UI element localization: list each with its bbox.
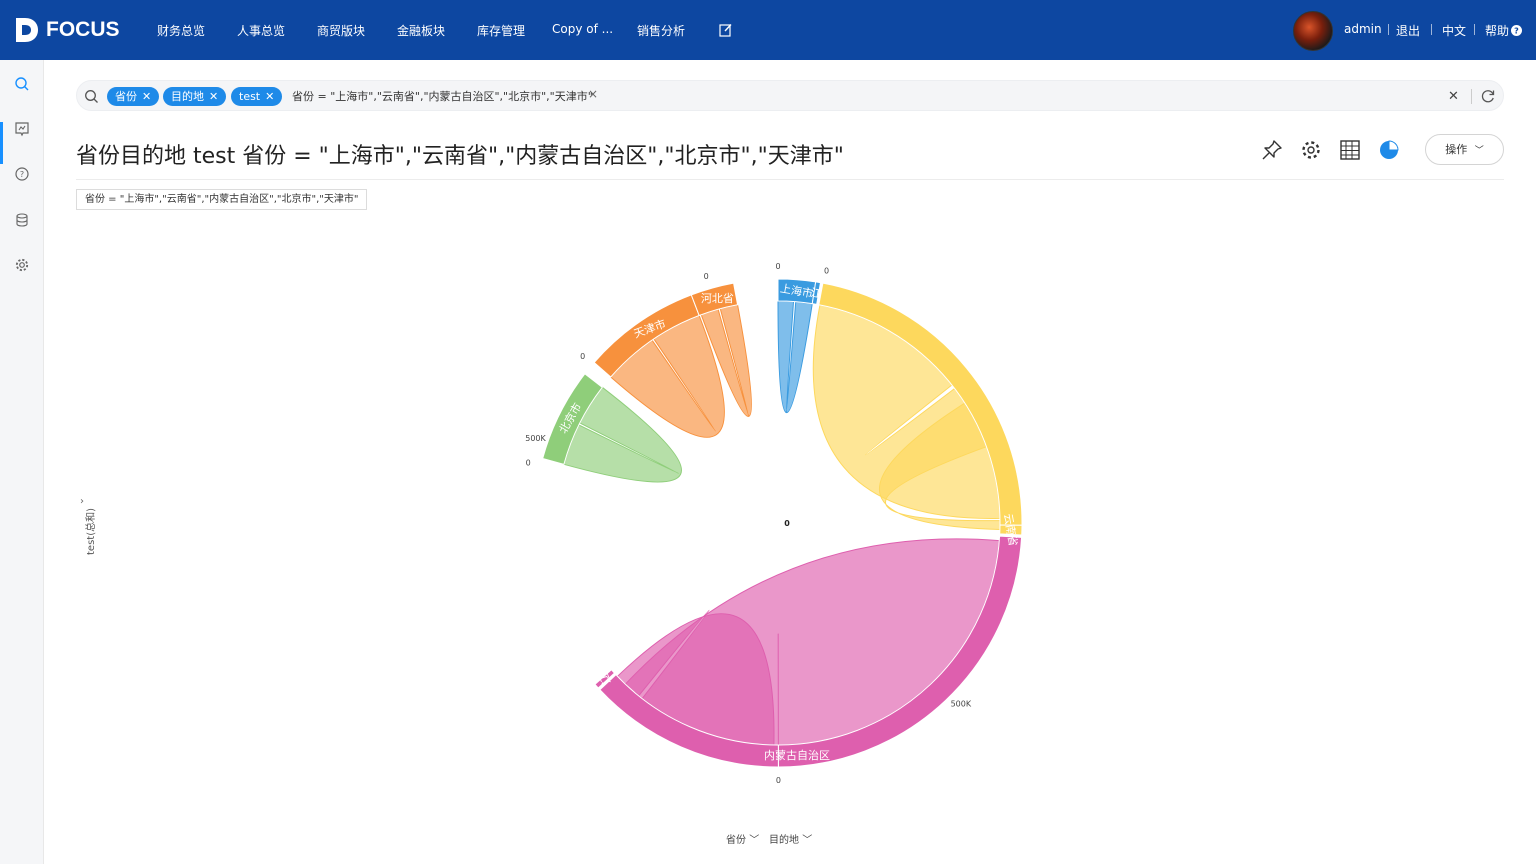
nav-item-copy[interactable]: Copy of ... <box>552 22 613 36</box>
divider <box>1388 24 1389 35</box>
language-link[interactable]: 中文 <box>1442 22 1466 39</box>
close-icon[interactable]: ✕ <box>265 90 274 103</box>
axis-chevron-icon[interactable]: › <box>80 496 84 507</box>
search-bar[interactable]: 省份 ✕ 目的地 ✕ test ✕ 省份 = "上海市","云南省","内蒙古自治区"… <box>76 80 1504 111</box>
nav-item-finance[interactable]: 财务总览 <box>157 22 205 39</box>
focus-logo[interactable]: FOCUS <box>14 14 120 46</box>
search-filter-text[interactable]: 省份 = "上海市","云南省","内蒙古自治区","北京市","天津市" <box>292 88 593 104</box>
chord-chart: 上海市江云南省内蒙古自治区内蒙古自治区辽北京市天津市河北省00500K0500K… <box>525 262 1023 785</box>
page-title: 省份目的地 test 省份 = "上海市","云南省","内蒙古自治区","北京… <box>76 144 844 169</box>
edit-icon[interactable] <box>719 23 733 37</box>
username[interactable]: admin <box>1344 22 1382 36</box>
divider <box>76 179 1504 180</box>
avatar[interactable] <box>1293 11 1333 51</box>
tag-label: test <box>239 90 261 103</box>
chord-tick-label: 0 <box>775 262 780 271</box>
y-axis-label: test(总和) <box>86 507 97 555</box>
chord-tick-label: 500K <box>525 434 546 443</box>
pie-icon[interactable] <box>1378 139 1400 161</box>
operations-label: 操作 <box>1445 143 1468 156</box>
divider <box>1474 24 1475 35</box>
table-icon[interactable] <box>1339 139 1361 161</box>
chevron-down-icon: ﹀ <box>749 835 760 846</box>
close-icon[interactable]: ✕ <box>142 90 151 103</box>
pin-icon[interactable] <box>1261 139 1283 161</box>
chord-center-label: 0 <box>784 519 790 528</box>
chord-tick-label: 0 <box>580 352 585 361</box>
nav-item-inventory[interactable]: 库存管理 <box>477 22 525 39</box>
operations-button[interactable]: 操作 ﹀ <box>1425 134 1504 165</box>
filter-chip[interactable]: 省份 = "上海市","云南省","内蒙古自治区","北京市","天津市" <box>76 189 368 210</box>
svg-text:?: ? <box>20 170 24 179</box>
logo-mark-icon <box>16 18 38 42</box>
left-sidebar: ? <box>0 60 44 864</box>
divider <box>1471 89 1472 104</box>
tag-label: 目的地 <box>171 90 204 103</box>
logout-link[interactable]: 退出 <box>1396 22 1420 39</box>
x-field-province[interactable]: 省份 ﹀ <box>726 831 759 846</box>
help-icon[interactable]: ? <box>14 166 30 182</box>
brand-name: FOCUS <box>46 18 120 41</box>
search-icon[interactable] <box>84 89 99 104</box>
search-tag-destination[interactable]: 目的地 ✕ <box>163 87 227 106</box>
nav-item-sales[interactable]: 销售分析 <box>637 22 685 39</box>
chord-group-label: 内蒙古自治区 <box>555 604 596 670</box>
field-label: 省份 <box>726 835 746 846</box>
active-indicator <box>0 122 3 164</box>
help-link[interactable]: 帮助 <box>1485 22 1509 39</box>
nav-item-trade[interactable]: 商贸版块 <box>317 22 365 39</box>
search-tag-test[interactable]: test ✕ <box>231 87 283 106</box>
chord-tick-label: 0 <box>776 776 781 785</box>
help-circle-icon[interactable]: ? <box>1511 25 1522 36</box>
chord-group-label: 河北省 <box>701 292 734 305</box>
chevron-down-icon: ﹀ <box>1474 146 1484 156</box>
nav-item-hr[interactable]: 人事总览 <box>237 22 285 39</box>
chord-tick-label: 0 <box>526 459 531 468</box>
close-icon[interactable]: × <box>588 87 598 101</box>
field-label: 目的地 <box>769 835 799 846</box>
x-field-destination[interactable]: 目的地 ﹀ <box>769 831 812 846</box>
y-axis-label-wrapper[interactable]: test(总和) <box>82 508 97 615</box>
settings-icon[interactable] <box>1300 139 1322 161</box>
chord-tick-label: 500K <box>951 700 972 709</box>
divider <box>1431 24 1432 35</box>
clear-search-icon[interactable]: ✕ <box>1448 89 1459 104</box>
bookmark-icon[interactable] <box>14 121 30 137</box>
top-nav-bar: FOCUS 财务总览 人事总览 商贸版块 金融板块 库存管理 Copy of .… <box>0 0 1536 60</box>
search-tag-province[interactable]: 省份 ✕ <box>107 87 160 106</box>
refresh-icon[interactable] <box>1480 88 1496 104</box>
chord-group-label: 江 <box>810 286 823 301</box>
close-icon[interactable]: ✕ <box>209 90 218 103</box>
database-icon[interactable] <box>14 212 30 228</box>
chord-tick-label: 0 <box>704 272 709 281</box>
svg-text:?: ? <box>1514 27 1519 36</box>
chord-ribbon-shanghai <box>777 300 813 414</box>
chevron-down-icon: ﹀ <box>802 835 813 846</box>
chord-group-label: 内蒙古自治区 <box>764 748 830 762</box>
nav-item-banking[interactable]: 金融板块 <box>397 22 445 39</box>
gear-icon[interactable] <box>14 257 30 273</box>
search-icon[interactable] <box>14 76 30 92</box>
chord-tick-label: 0 <box>824 267 829 276</box>
tag-label: 省份 <box>115 90 137 103</box>
